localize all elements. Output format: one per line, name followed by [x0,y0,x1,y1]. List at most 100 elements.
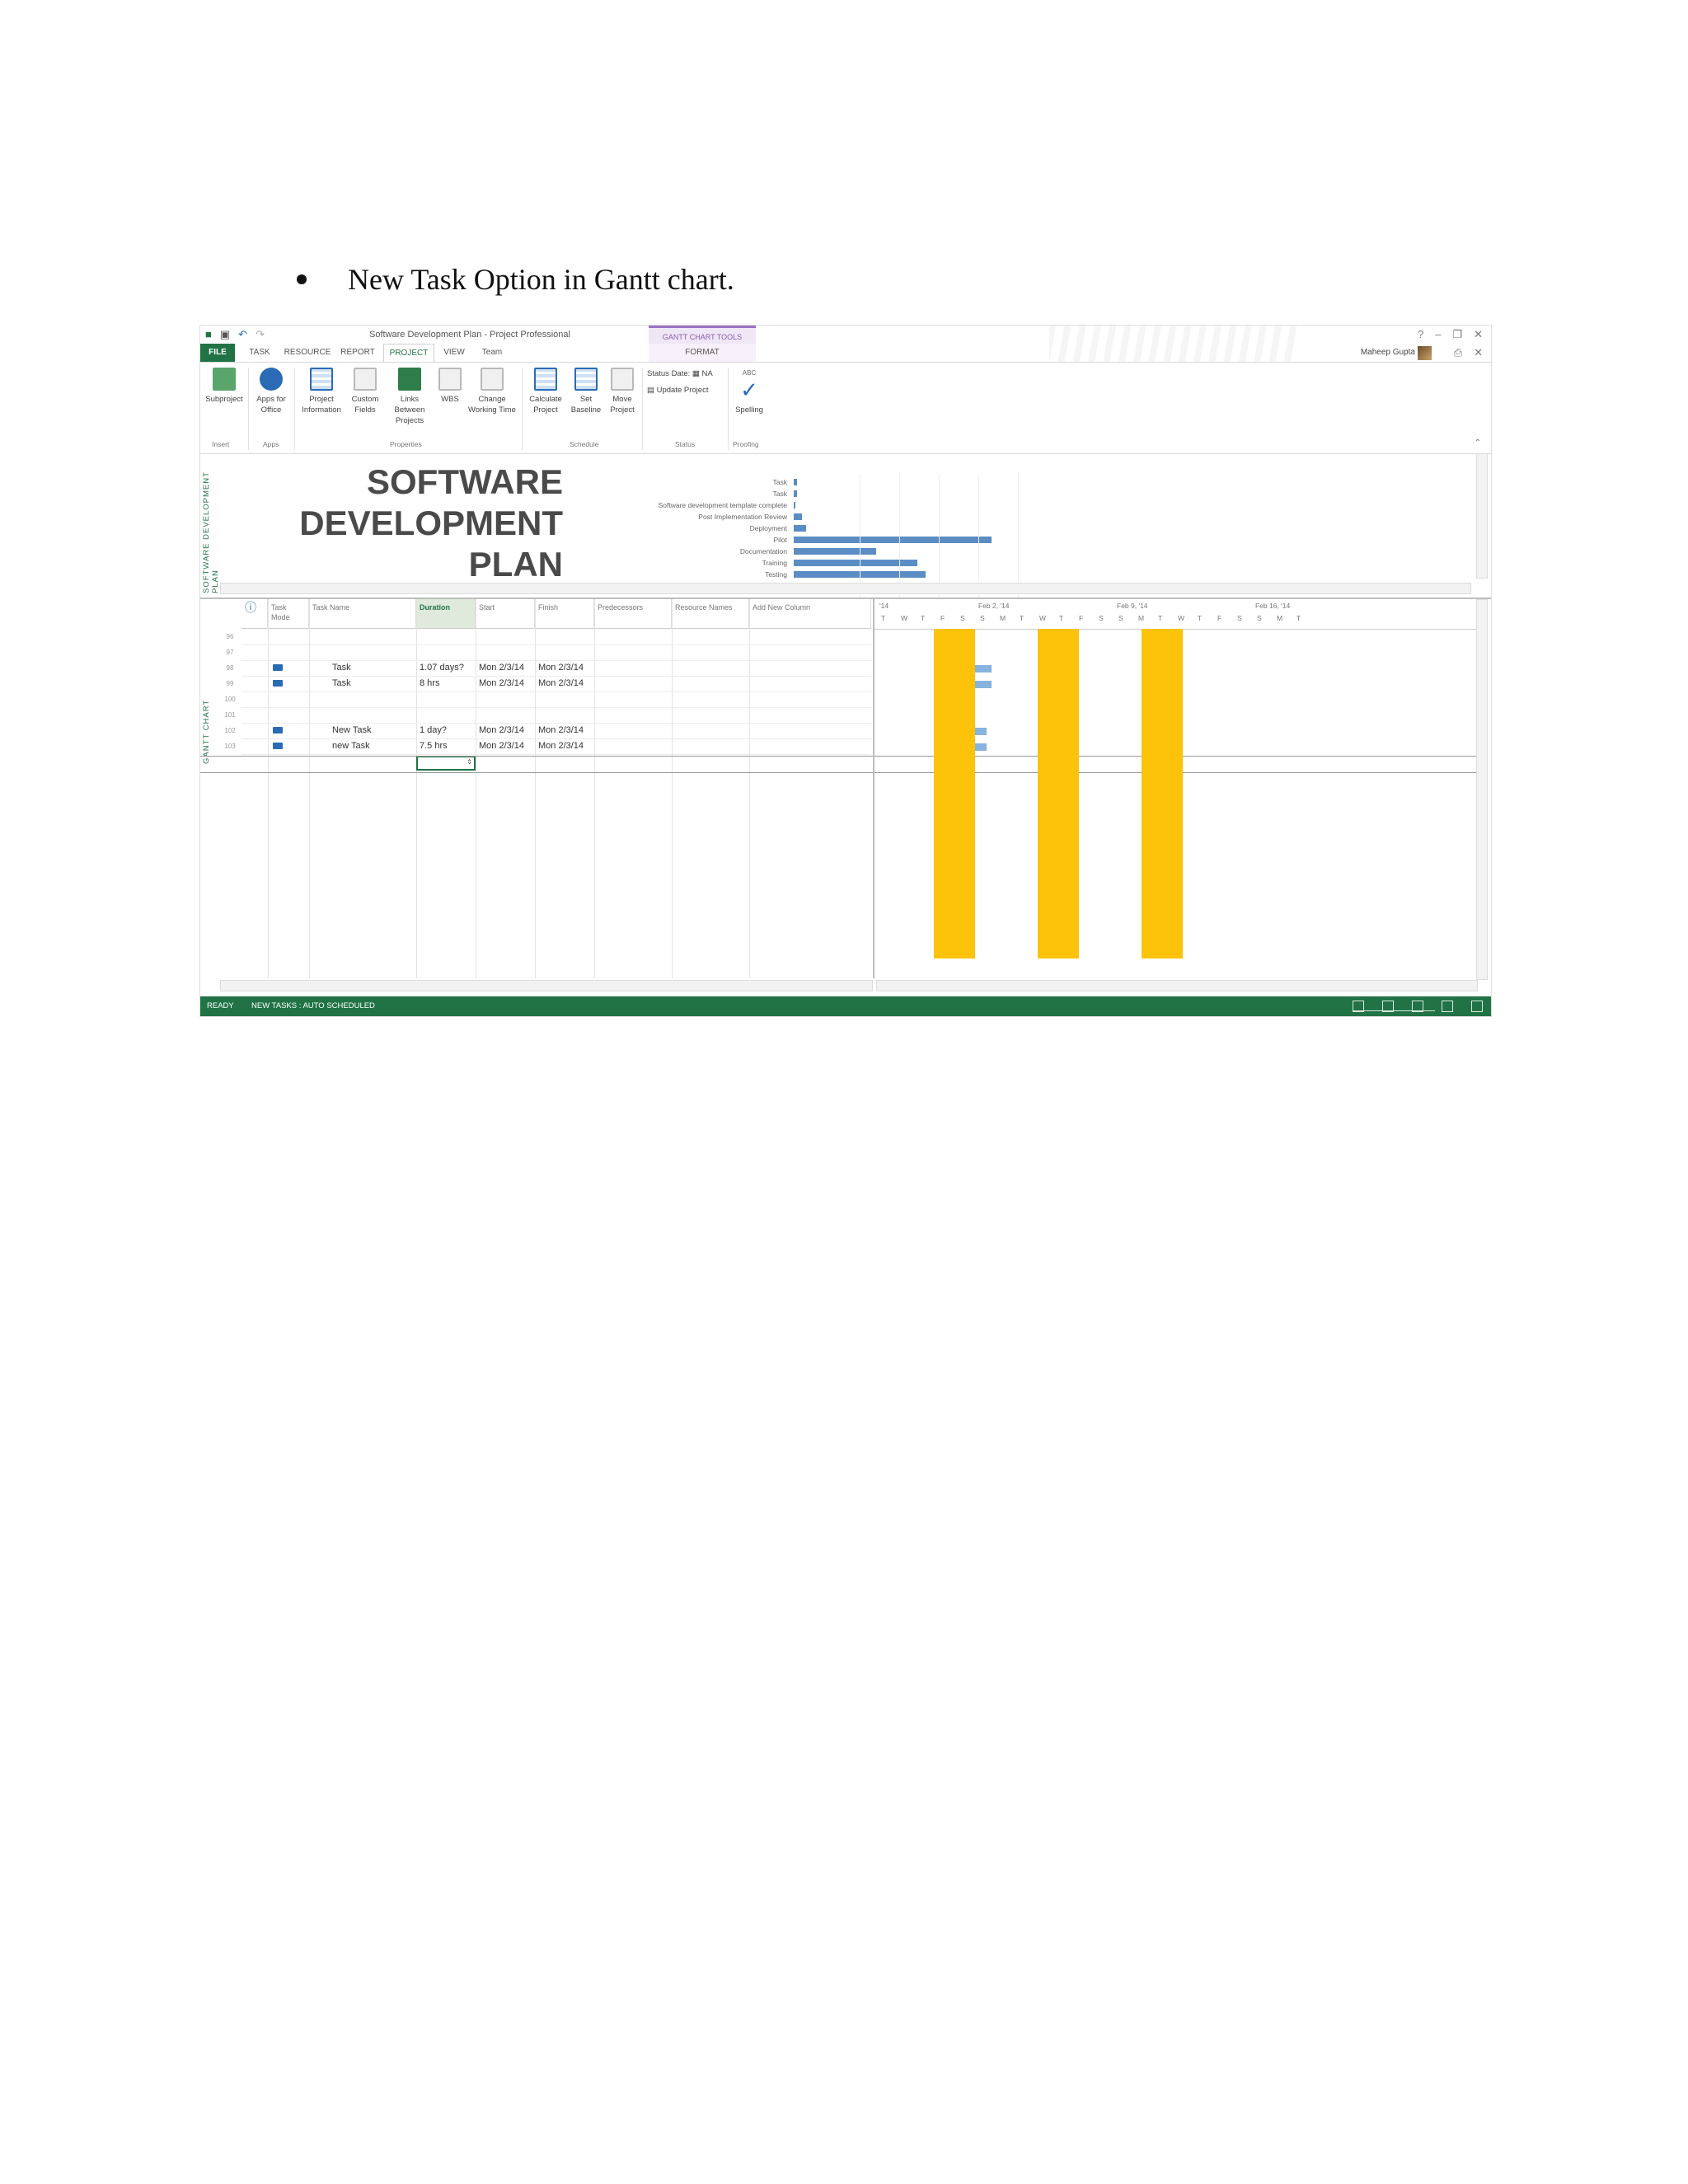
status-date-button[interactable]: Status Date: ▦ NA [647,369,713,378]
set-baseline-button[interactable]: Set Baseline [568,368,604,415]
tab-team[interactable]: Team [476,344,509,362]
table-row[interactable]: 98 Task 1.07 days? Mon 2/3/14 Mon 2/3/14 [227,660,871,677]
table-row[interactable]: 96 [227,629,871,645]
table-row[interactable]: 101 [224,707,871,724]
row-number[interactable]: 99 [222,676,238,691]
sheet-horizontal-scrollbar[interactable] [220,980,873,991]
tab-report[interactable]: REPORT [337,344,378,362]
timeline-bar[interactable] [794,537,992,543]
timeline-task-label[interactable]: Task [540,490,787,498]
gantt-bar[interactable] [975,681,992,688]
spelling-button[interactable]: ABC ✓ Spelling [733,368,766,415]
ribbon-options-icon[interactable]: ⎙ [1454,346,1462,359]
tab-format[interactable]: FORMAT [649,344,756,362]
save-icon[interactable]: ▣ [220,328,230,341]
timeline-task-label[interactable]: Post Implementation Review [540,513,787,521]
row-number[interactable]: 102 [222,723,238,738]
column-header-start[interactable]: Start [476,599,535,629]
row-number[interactable]: 96 [222,629,238,644]
help-icon[interactable]: ? [1418,328,1423,341]
row-number[interactable]: 101 [222,707,238,723]
custom-fields-button[interactable]: Custom Fields [347,368,383,415]
column-header-task-mode[interactable]: Task Mode [268,599,309,629]
column-header-resource-names[interactable]: Resource Names [672,599,749,629]
start-cell[interactable]: Mon 2/3/14 [479,660,524,676]
user-name[interactable]: Maheep Gupta [1361,348,1415,357]
duration-cell[interactable]: 7.5 hrs [420,738,448,754]
subproject-button[interactable]: Subproject [204,368,245,405]
finish-cell[interactable]: Mon 2/3/14 [538,660,584,676]
finish-cell[interactable]: Mon 2/3/14 [538,723,584,738]
timeline-task-label[interactable]: Testing [540,570,787,579]
tab-view[interactable]: VIEW [438,344,471,362]
task-name-cell[interactable]: new Task [332,738,370,754]
avatar[interactable] [1418,346,1432,360]
tab-file[interactable]: FILE [200,344,235,362]
timeline-bar[interactable] [794,525,806,532]
project-information-button[interactable]: Project Information [298,368,345,415]
calculate-project-button[interactable]: Calculate Project [525,368,566,415]
move-project-button[interactable]: Move Project [606,368,639,415]
undo-icon[interactable]: ↶ [238,328,247,341]
table-row[interactable]: 100 [224,691,871,708]
column-header-task-name[interactable]: Task Name [309,599,416,629]
task-name-cell[interactable]: Task [332,676,351,691]
auto-schedule-icon[interactable] [273,727,283,733]
auto-schedule-icon[interactable] [273,664,283,671]
gantt-vertical-scrollbar[interactable] [1476,599,1488,980]
row-number[interactable]: 97 [222,644,238,660]
table-row[interactable]: 103 new Task 7.5 hrs Mon 2/3/14 Mon 2/3/14 [224,738,871,755]
timeline-milestone[interactable] [794,502,795,509]
timeline-task-label[interactable]: Deployment [540,524,787,532]
timeline-horizontal-scrollbar[interactable] [220,583,1471,594]
resource-sheet-icon[interactable] [1442,1001,1453,1012]
indicator-column-header[interactable]: ⓘ [241,599,268,629]
auto-schedule-icon[interactable] [273,680,283,687]
start-cell[interactable]: Mon 2/3/14 [479,723,524,738]
column-header-predecessors[interactable]: Predecessors [594,599,672,629]
wbs-button[interactable]: WBS [436,368,464,405]
change-working-time-button[interactable]: Change Working Time [466,368,518,415]
row-number[interactable]: 98 [222,660,238,676]
start-cell[interactable]: Mon 2/3/14 [479,738,524,754]
collapse-ribbon-icon[interactable]: ⌃ [1475,438,1481,448]
timeline-task-label[interactable]: Task [540,478,787,486]
duration-cell[interactable]: 8 hrs [420,676,439,691]
start-cell[interactable]: Mon 2/3/14 [479,676,524,691]
finish-cell[interactable]: Mon 2/3/14 [538,738,584,754]
timeline-bar[interactable] [794,479,797,485]
timeline-bar[interactable] [794,513,802,520]
tab-project[interactable]: PROJECT [383,344,434,363]
chart-horizontal-scrollbar[interactable] [876,980,1478,991]
column-header-finish[interactable]: Finish [535,599,594,629]
timeline-task-label[interactable]: Pilot [540,536,787,544]
gantt-bar[interactable] [975,728,987,735]
tab-resource[interactable]: RESOURCE [283,344,332,362]
doc-close-icon[interactable]: ✕ [1474,346,1483,359]
timeline-task-label[interactable]: Documentation [540,547,787,555]
auto-schedule-icon[interactable] [273,743,283,749]
duration-cell[interactable]: 1.07 days? [420,660,464,676]
apps-for-office-button[interactable]: Apps for Office [251,368,291,415]
timeline-vertical-scrollbar[interactable] [1476,453,1488,579]
duration-cell[interactable]: 1 day? [420,723,447,738]
column-header-duration[interactable]: Duration [416,599,476,629]
task-name-cell[interactable]: New Task [332,723,371,738]
report-icon[interactable] [1471,1001,1483,1012]
tab-task[interactable]: TASK [243,344,276,362]
redo-icon[interactable]: ↷ [256,328,265,341]
new-tasks-mode[interactable]: NEW TASKS : AUTO SCHEDULED [251,1001,375,1010]
timeline-task-label[interactable]: Training [540,559,787,567]
gantt-bar[interactable] [975,743,987,751]
minimize-icon[interactable]: – [1435,328,1441,341]
timeline-task-label[interactable]: Software development template complete [540,501,787,509]
timeline-bar[interactable] [794,548,876,555]
row-number[interactable]: 103 [222,738,238,754]
table-row[interactable]: 97 [227,644,871,661]
close-icon[interactable]: ✕ [1474,328,1483,341]
row-number[interactable]: 100 [222,691,238,707]
finish-cell[interactable]: Mon 2/3/14 [538,676,584,691]
task-name-cell[interactable]: Task [332,660,351,676]
zoom-slider[interactable] [1353,1010,1435,1011]
links-between-projects-button[interactable]: Links Between Projects [385,368,434,426]
